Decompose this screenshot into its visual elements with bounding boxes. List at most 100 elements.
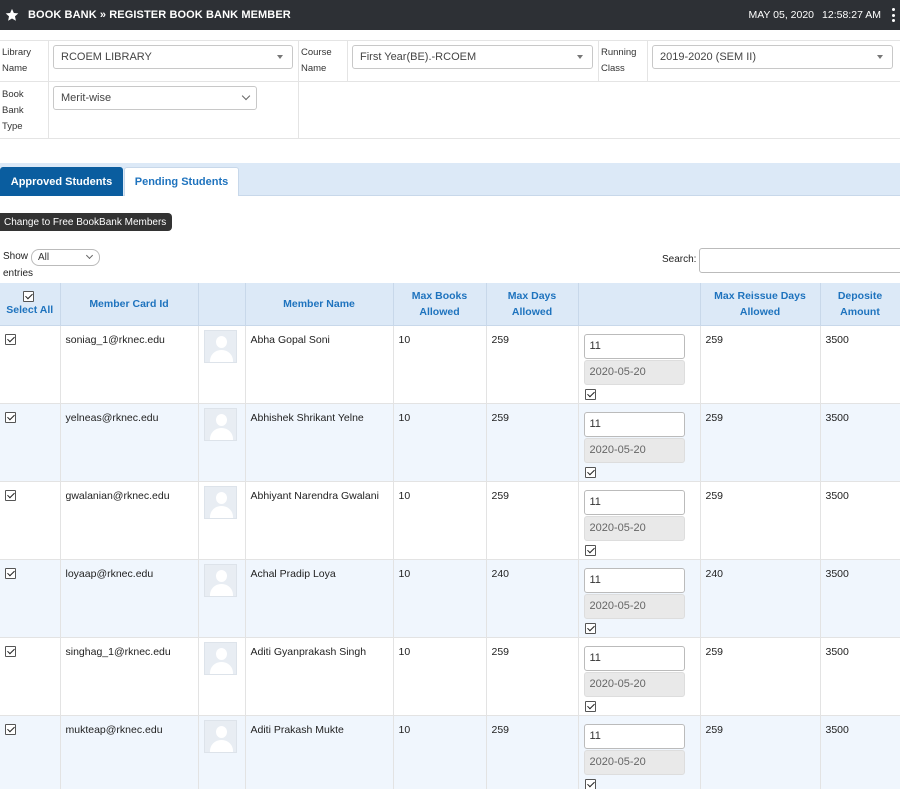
photo-cell [198, 715, 246, 789]
reissue-checkbox[interactable] [584, 622, 596, 634]
row-checkbox[interactable] [5, 567, 16, 579]
row-checkbox[interactable] [5, 489, 16, 501]
max-days: 259 [486, 481, 579, 560]
max-books: 10 [393, 481, 487, 560]
photo-cell [198, 325, 246, 404]
row-checkbox[interactable] [5, 723, 16, 735]
table-row: yelneas@rknec.edu Abhishek Shrikant Yelne… [0, 403, 900, 482]
member-name: Abha Gopal Soni [245, 325, 394, 404]
library-name-label: Library Name [0, 41, 49, 81]
star-icon[interactable] [5, 8, 19, 22]
photo-cell [198, 403, 246, 482]
reissue-date-input[interactable]: 2020-05-20 [583, 437, 685, 463]
page-title: BOOK BANK » REGISTER BOOK BANK MEMBER [28, 9, 291, 21]
reissue-checkbox[interactable] [584, 466, 596, 478]
row-select-cell [0, 403, 61, 482]
row-checkbox[interactable] [5, 411, 16, 423]
course-name-select[interactable]: First Year(BE).-RCOEM [352, 45, 593, 69]
book-bank-type-value: Merit-wise [61, 92, 112, 104]
row-checkbox[interactable] [5, 645, 16, 657]
select-all-checkbox[interactable] [22, 291, 34, 303]
table-row: mukteap@rknec.edu Aditi Prakash Mukte 10 25… [0, 715, 900, 789]
photo-cell [198, 637, 246, 716]
book-bank-type-label: Book Bank Type [0, 82, 49, 138]
reissue-date-input[interactable]: 2020-05-20 [583, 359, 685, 385]
tab-bar: Approved Students Pending Students [0, 163, 900, 196]
max-reissue-days: 259 [700, 715, 821, 789]
deposit-amount: 3500 [820, 637, 900, 716]
header-time: 12:58:27 AM [822, 9, 881, 21]
deposit-amount: 3500 [820, 559, 900, 638]
reissue-checkbox[interactable] [584, 700, 596, 712]
tab-approved-students[interactable]: Approved Students [0, 167, 123, 196]
max-reissue-days-header[interactable]: Max Reissue Days Allowed [700, 283, 821, 326]
photo-header [198, 283, 246, 326]
reissue-date-input[interactable]: 2020-05-20 [583, 749, 685, 775]
max-books-header[interactable]: Max Books Allowed [393, 283, 487, 326]
entries-select[interactable]: All [31, 249, 100, 266]
member-name: Aditi Gyanprakash Singh [245, 637, 394, 716]
row-select-cell [0, 559, 61, 638]
running-class-select[interactable]: 2019-2020 (SEM II) [652, 45, 893, 69]
row-select-cell [0, 637, 61, 716]
max-days: 240 [486, 559, 579, 638]
library-name-value: RCOEM LIBRARY [61, 51, 152, 63]
reissue-date-input[interactable]: 2020-05-20 [583, 671, 685, 697]
member-name: Abhiyant Narendra Gwalani [245, 481, 394, 560]
change-to-free-button[interactable]: Change to Free BookBank Members [0, 213, 173, 231]
library-name-select[interactable]: RCOEM LIBRARY [53, 45, 293, 69]
reissue-header [578, 283, 701, 326]
running-class-value: 2019-2020 (SEM II) [660, 51, 756, 63]
reissue-input[interactable]: 11 [583, 411, 685, 437]
member-card-id: gwalanian@rknec.edu [60, 481, 199, 560]
dropdown-arrow-icon [877, 55, 883, 59]
table-row: singhag_1@rknec.edu Aditi Gyanprakash Sin… [0, 637, 900, 716]
entries-select-value: All [38, 252, 50, 263]
max-books: 10 [393, 403, 487, 482]
avatar-icon [203, 641, 237, 675]
reissue-checkbox[interactable] [584, 544, 596, 556]
dropdown-arrow-icon [277, 55, 283, 59]
reissue-input[interactable]: 11 [583, 567, 685, 593]
course-name-value: First Year(BE).-RCOEM [360, 51, 477, 63]
reissue-input[interactable]: 11 [583, 645, 685, 671]
members-table: Select All Member Card Id Member Name Ma… [0, 283, 900, 789]
select-all-header[interactable]: Select All [0, 283, 61, 326]
select-all-label: Select All [6, 304, 54, 317]
more-options-icon[interactable] [888, 8, 898, 22]
header-date: MAY 05, 2020 [748, 9, 815, 21]
member-card-id: mukteap@rknec.edu [60, 715, 199, 789]
dropdown-arrow-icon [577, 55, 583, 59]
reissue-date-input[interactable]: 2020-05-20 [583, 593, 685, 619]
reissue-cell: 11 2020-05-20 [578, 325, 701, 404]
avatar-icon [203, 719, 237, 753]
reissue-cell: 11 2020-05-20 [578, 715, 701, 789]
book-bank-type-select[interactable]: Merit-wise [53, 86, 257, 110]
deposit-amount-header[interactable]: Deposite Amount [820, 283, 900, 326]
member-card-id-header[interactable]: Member Card Id [60, 283, 199, 326]
show-label: Show [3, 251, 29, 262]
reissue-cell: 11 2020-05-20 [578, 481, 701, 560]
row-checkbox[interactable] [5, 333, 16, 345]
reissue-checkbox[interactable] [584, 388, 596, 400]
max-days: 259 [486, 403, 579, 482]
reissue-checkbox[interactable] [584, 778, 596, 789]
member-card-id: soniag_1@rknec.edu [60, 325, 199, 404]
reissue-input[interactable]: 11 [583, 723, 685, 749]
max-days-header[interactable]: Max Days Allowed [486, 283, 579, 326]
member-name-header[interactable]: Member Name [245, 283, 394, 326]
entries-label: entries [3, 268, 34, 279]
tab-pending-students[interactable]: Pending Students [124, 167, 239, 196]
max-books: 10 [393, 637, 487, 716]
search-label: Search: [662, 254, 697, 265]
member-card-id: yelneas@rknec.edu [60, 403, 199, 482]
search-input[interactable] [699, 248, 900, 273]
max-days: 259 [486, 715, 579, 789]
max-days: 259 [486, 325, 579, 404]
max-books: 10 [393, 715, 487, 789]
table-row: loyaap@rknec.edu Achal Pradip Loya 10 240 11… [0, 559, 900, 638]
reissue-input[interactable]: 11 [583, 333, 685, 359]
reissue-date-input[interactable]: 2020-05-20 [583, 515, 685, 541]
chevron-down-icon [241, 91, 251, 101]
reissue-input[interactable]: 11 [583, 489, 685, 515]
